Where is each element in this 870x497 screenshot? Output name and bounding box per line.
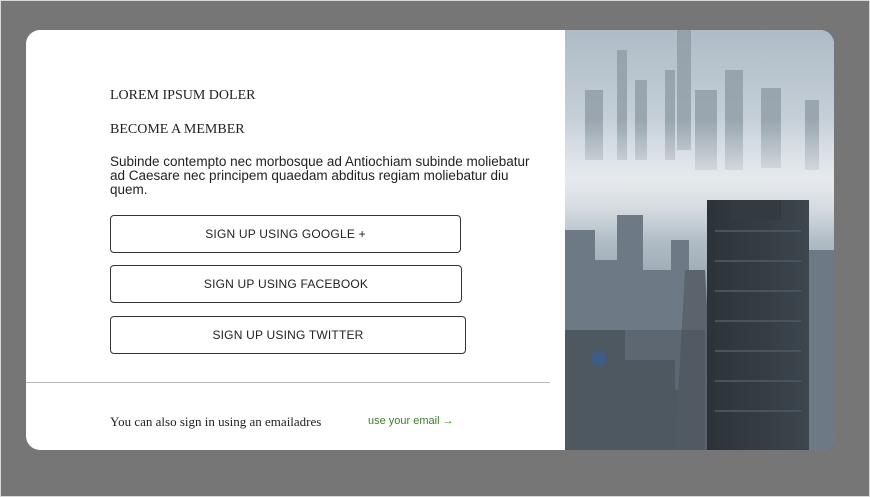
skyline-illustration	[565, 30, 834, 450]
city-skyline-image	[565, 30, 834, 450]
signup-panel: LOREM IPSUM DOLER BECOME A MEMBER Subind…	[26, 30, 564, 450]
twitter-signup-button[interactable]: SIGN UP USING TWITTER	[110, 316, 466, 354]
divider	[26, 382, 550, 383]
email-signin-text: You can also sign in using an emailadres	[110, 414, 322, 429]
signup-subtitle: BECOME A MEMBER	[110, 122, 245, 137]
signup-card: LOREM IPSUM DOLER BECOME A MEMBER Subind…	[26, 30, 834, 450]
use-email-link[interactable]: use your email →	[368, 415, 454, 427]
google-signup-button[interactable]: SIGN UP USING GOOGLE +	[110, 215, 461, 253]
brand-title: LOREM IPSUM DOLER	[110, 88, 256, 103]
signup-description: Subinde contempto nec morbosque ad Antio…	[110, 154, 530, 197]
facebook-signup-button[interactable]: SIGN UP USING FACEBOOK	[110, 265, 462, 303]
